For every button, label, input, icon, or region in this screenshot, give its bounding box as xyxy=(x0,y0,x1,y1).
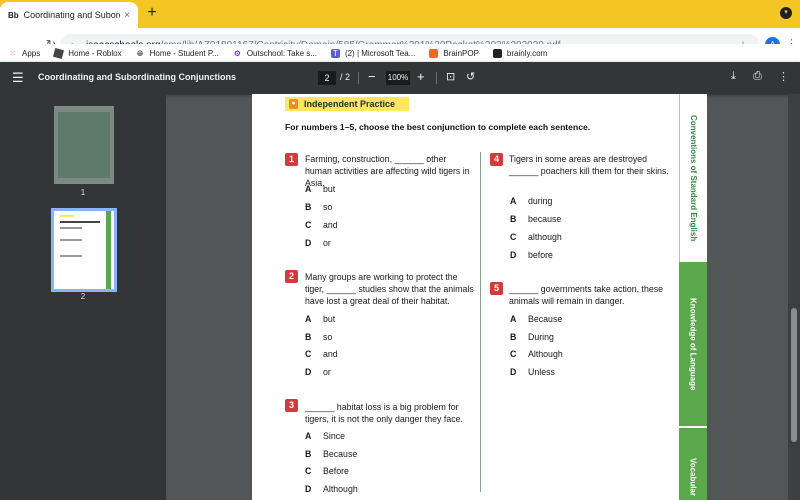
thumbnail-preview xyxy=(58,112,110,178)
answer-option[interactable]: D Although xyxy=(305,484,358,494)
side-tab-vocabulary: Vocabular xyxy=(679,428,707,500)
section-side-tabs: Conventions of Standard English Knowledg… xyxy=(679,94,707,500)
answer-option[interactable]: Dbefore xyxy=(510,250,553,260)
answer-option[interactable]: B During xyxy=(510,332,554,342)
answer-option[interactable]: Cand xyxy=(305,349,338,359)
answer-option[interactable]: Dor xyxy=(305,238,331,248)
answer-option[interactable]: Dor xyxy=(305,367,331,377)
zoom-in-icon[interactable]: + xyxy=(417,69,425,84)
pdf-page: ● Independent Practice For numbers 1–5, … xyxy=(252,94,707,500)
answer-option[interactable]: Abut xyxy=(305,314,335,324)
thumbnail-preview xyxy=(106,211,111,289)
thumbnail-label: 1 xyxy=(80,188,86,197)
print-icon[interactable]: ⎙ xyxy=(753,70,762,83)
question-text: ______ governments take action, these an… xyxy=(509,284,664,306)
toolbar-divider xyxy=(358,72,359,84)
pdf-toolbar: ☰ Coordinating and Subordinating Conjunc… xyxy=(0,62,800,94)
document-title: Coordinating and Subordinating Conjuncti… xyxy=(38,72,236,82)
tab-title: Coordinating and Subordinating... xyxy=(23,10,120,20)
blackboard-favicon-icon: Bb xyxy=(8,10,19,20)
question-number-badge: 4 xyxy=(490,153,503,166)
thumbnail-preview xyxy=(60,239,82,241)
new-tab-button[interactable]: + xyxy=(144,5,160,21)
answer-option[interactable]: A Because xyxy=(510,314,562,324)
download-icon[interactable]: ⤓ xyxy=(731,70,736,83)
thumbnail-preview xyxy=(60,221,100,223)
roblox-icon xyxy=(53,47,65,59)
brainpop-icon xyxy=(429,48,439,58)
thumbnail-label: 2 xyxy=(80,292,86,301)
browser-tab[interactable]: Bb Coordinating and Subordinating... × xyxy=(0,2,138,28)
section-banner: ● Independent Practice xyxy=(285,97,409,111)
side-tab-conventions: Conventions of Standard English xyxy=(679,94,707,262)
answer-option[interactable]: Bbecause xyxy=(510,214,561,224)
thumbnail-preview xyxy=(60,227,82,229)
question-number-badge: 3 xyxy=(285,399,298,412)
bookmark-student-portal[interactable]: 🌐︎ Home - Student P... xyxy=(136,49,219,58)
zoom-level-input[interactable]: 100% xyxy=(386,71,410,85)
menu-icon[interactable]: ☰ xyxy=(12,70,24,86)
answer-option[interactable]: Calthough xyxy=(510,232,562,242)
vertical-scrollbar[interactable] xyxy=(788,94,800,500)
globe-icon: 🌐︎ xyxy=(136,48,144,58)
thumbnail-preview xyxy=(60,255,82,257)
answer-option[interactable]: C Before xyxy=(305,466,349,476)
bookmark-brainly[interactable]: brainly.com xyxy=(492,48,547,58)
question-number-badge: 2 xyxy=(285,270,298,283)
instruction-text: For numbers 1–5, choose the best conjunc… xyxy=(285,122,591,132)
tab-strip: Bb Coordinating and Subordinating... × +… xyxy=(0,0,800,28)
column-divider xyxy=(480,152,481,492)
toolbar-divider xyxy=(436,72,437,84)
page-thumbnail-2[interactable] xyxy=(51,208,117,292)
page-total: / 2 xyxy=(340,72,351,82)
close-tab-icon[interactable]: × xyxy=(120,10,134,21)
teams-icon: T xyxy=(330,48,340,58)
bookmark-outschool[interactable]: ⚙ Outschool: Take s... xyxy=(233,49,317,58)
apps-grid-icon: ⁙ xyxy=(9,48,16,58)
answer-option[interactable]: Bso xyxy=(305,202,332,212)
answer-option[interactable]: Bso xyxy=(305,332,332,342)
person-icon: ● xyxy=(289,99,298,109)
answer-option[interactable]: D Unless xyxy=(510,367,555,377)
zoom-out-icon[interactable]: − xyxy=(368,69,376,84)
brainly-icon xyxy=(492,48,502,58)
answer-option[interactable]: Cand xyxy=(305,220,338,230)
bookmark-teams[interactable]: T (2) | Microsoft Tea... xyxy=(330,48,415,58)
thumbnail-preview xyxy=(60,215,74,217)
side-tab-knowledge: Knowledge of Language xyxy=(679,262,707,426)
question-number-badge: 1 xyxy=(285,153,298,166)
answer-option[interactable]: A Since xyxy=(305,431,345,441)
scrollbar-thumb[interactable] xyxy=(791,308,797,442)
question-text: Many groups are working to protect the t… xyxy=(305,272,474,306)
bookmark-roblox[interactable]: Home - Roblox xyxy=(53,47,122,59)
question-number-badge: 5 xyxy=(490,282,503,295)
tab-search-icon[interactable]: ▾ xyxy=(780,7,792,19)
bookmark-apps[interactable]: ⁙ Apps xyxy=(8,49,40,58)
answer-option[interactable]: C Although xyxy=(510,349,563,359)
fit-page-icon[interactable]: ⊡ xyxy=(446,70,455,83)
answer-option[interactable]: Aduring xyxy=(510,196,552,206)
bookmarks-bar: ⁙ Apps Home - Roblox 🌐︎ Home - Student P… xyxy=(0,44,800,62)
more-actions-icon[interactable]: ⋮ xyxy=(778,70,789,83)
outschool-icon: ⚙ xyxy=(233,48,241,58)
answer-option[interactable]: B Because xyxy=(305,449,357,459)
question-text: ______ habitat loss is a big problem for… xyxy=(305,402,463,424)
thumbnail-sidebar: 1 2 xyxy=(0,94,166,500)
page-thumbnail-1[interactable] xyxy=(54,106,114,184)
question-text: Tigers in some areas are destroyed _____… xyxy=(509,154,669,176)
answer-option[interactable]: Abut xyxy=(305,184,335,194)
page-number-input[interactable]: 2 xyxy=(318,71,336,85)
bookmark-brainpop[interactable]: BrainPOP xyxy=(429,48,479,58)
rotate-icon[interactable]: ↺ xyxy=(466,70,475,83)
